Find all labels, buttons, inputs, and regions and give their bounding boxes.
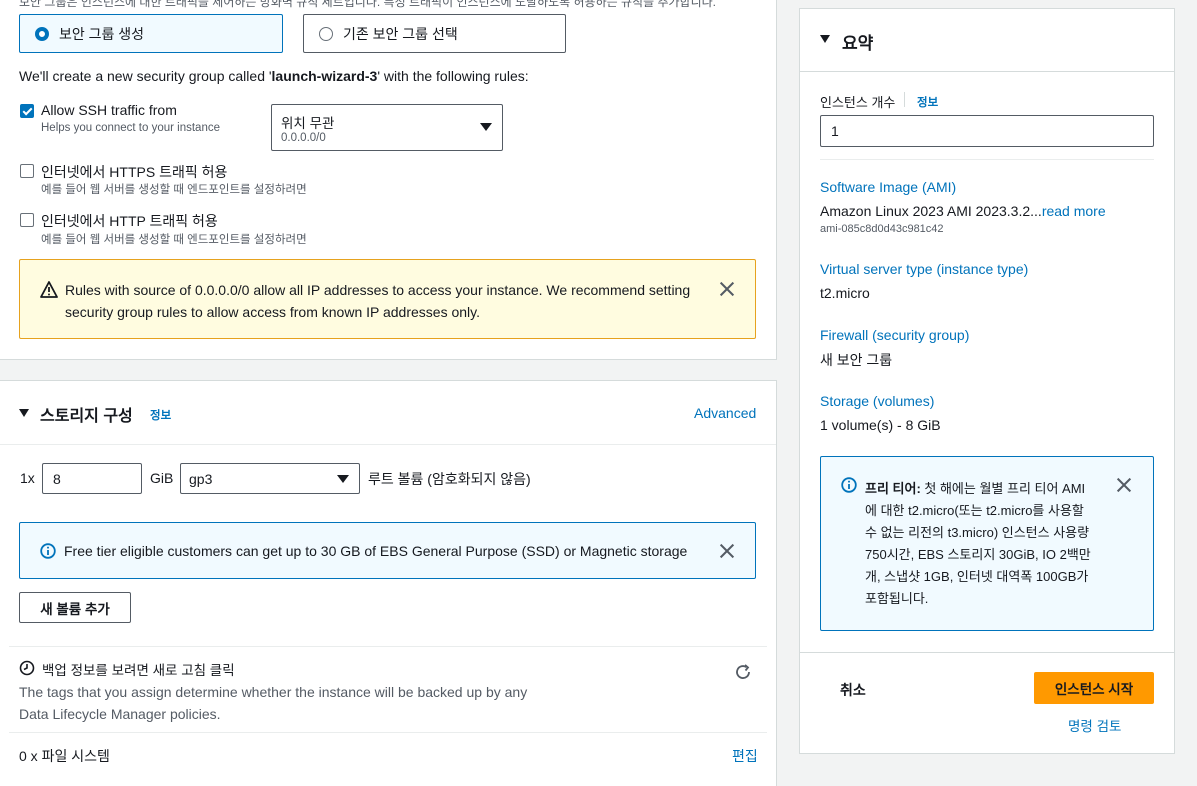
intro-prefix: We'll create a new security group called… (19, 68, 272, 84)
launch-instance-button[interactable]: 인스턴스 시작 (1034, 672, 1154, 704)
ami-value: Amazon Linux 2023 AMI 2023.3.2...read mo… (820, 203, 1106, 219)
cancel-button[interactable]: 취소 (840, 680, 866, 700)
intro-suffix: ' with the following rules: (377, 68, 529, 84)
backup-desc-line-2: Data Lifecycle Manager policies. (19, 706, 221, 722)
backup-description: The tags that you assign determine wheth… (19, 681, 527, 725)
ssh-checkbox[interactable] (20, 104, 34, 118)
https-label: 인터넷에서 HTTPS 트래픽 허용 (41, 164, 228, 180)
security-group-name: launch-wizard-3 (271, 68, 378, 84)
volume-type-select[interactable]: gp3 (180, 463, 360, 494)
network-settings-panel: 보안 그룹은 인스턴스에 대한 트래픽을 제어하는 방화벽 규칙 세트입니다. … (0, 0, 777, 360)
firewall-value: 새 보안 그룹 (820, 352, 893, 368)
ami-id: ami-085c8d0d43c981c42 (820, 223, 944, 235)
divider (800, 652, 1174, 653)
https-help: 예를 들어 웹 서버를 생성할 때 엔드포인트를 설정하려면 (41, 184, 307, 196)
volume-size-unit: GiB (150, 470, 174, 486)
free-tier-line: 개, 스냅샷 1GB, 인터넷 대역폭 100GB가 (865, 569, 1089, 584)
free-tier-storage-info: Free tier eligible customers can get up … (19, 522, 756, 579)
ssh-source-value: 위치 무관 (281, 116, 335, 131)
storage-info-link[interactable]: 정보 (150, 407, 171, 423)
summary-panel: 요약 인스턴스 개수 정보 1 Software Image (AMI) Ama… (799, 8, 1175, 754)
add-volume-button[interactable]: 새 볼륨 추가 (19, 592, 131, 623)
free-tier-line: 첫 해에는 월별 프리 티어 AMI (920, 481, 1086, 496)
ami-read-more-link[interactable]: read more (1042, 203, 1106, 219)
info-icon (841, 477, 857, 493)
caret-down-icon (480, 123, 492, 131)
close-icon[interactable] (719, 281, 735, 297)
volume-type-value: gp3 (189, 471, 213, 487)
ssh-source-cidr: 0.0.0.0/0 (281, 132, 326, 144)
firewall-label[interactable]: Firewall (security group) (820, 327, 969, 343)
ssh-source-select[interactable]: 위치 무관 0.0.0.0/0 (271, 104, 503, 151)
summary-title: 요약 (842, 34, 874, 53)
radio-button-selected[interactable] (35, 26, 49, 41)
backup-desc-line-1: The tags that you assign determine wheth… (19, 684, 528, 700)
instance-count-info-link[interactable]: 정보 (917, 94, 938, 110)
http-label: 인터넷에서 HTTP 트래픽 허용 (41, 213, 218, 229)
divider (9, 646, 767, 647)
free-tier-summary-info: 프리 티어: 첫 해에는 월별 프리 티어 AMI 에 대한 t2.micro(… (820, 456, 1154, 631)
root-volume-label: 루트 볼륨 (암호화되지 않음) (368, 471, 531, 487)
security-group-intro: We'll create a new security group called… (19, 68, 529, 84)
radio-create-security-group[interactable]: 보안 그룹 생성 (19, 14, 283, 53)
backup-title: 백업 정보를 보려면 새로 고침 클릭 (42, 663, 235, 678)
file-systems-summary: 0 x 파일 시스템 (19, 748, 110, 764)
open-access-warning-alert: Rules with source of 0.0.0.0/0 allow all… (19, 259, 756, 339)
warning-icon (40, 281, 58, 298)
divider (904, 92, 905, 107)
radio-select-existing-security-group[interactable]: 기존 보안 그룹 선택 (303, 14, 566, 53)
free-tier-line: 수 없는 리전의 t3.micro) 인스턴스 사용량 (865, 525, 1090, 540)
divider (800, 71, 1174, 72)
warning-line-1: Rules with source of 0.0.0.0/0 allow all… (65, 282, 691, 298)
instance-type-value: t2.micro (820, 285, 870, 301)
divider (0, 444, 776, 445)
warning-line-2: security group rules to allow access fro… (65, 304, 481, 320)
instance-count-label: 인스턴스 개수 (820, 95, 896, 110)
info-icon (40, 543, 56, 559)
security-group-description: 보안 그룹은 인스턴스에 대한 트래픽을 제어하는 방화벽 규칙 세트입니다. … (19, 0, 717, 9)
ssh-help: Helps you connect to your instance (41, 122, 220, 134)
advanced-link[interactable]: Advanced (694, 405, 756, 421)
radio-select-existing-label: 기존 보안 그룹 선택 (343, 25, 458, 42)
free-tier-summary-text: 프리 티어: 첫 해에는 월별 프리 티어 AMI 에 대한 t2.micro(… (865, 478, 1115, 610)
free-tier-line: 에 대한 t2.micro(또는 t2.micro를 사용할 (865, 503, 1084, 518)
divider (9, 732, 767, 733)
refresh-icon[interactable] (734, 663, 752, 681)
ami-value-text: Amazon Linux 2023 AMI 2023.3.2... (820, 203, 1042, 219)
radio-create-label: 보안 그룹 생성 (59, 25, 145, 42)
volume-count-prefix: 1x (20, 470, 35, 486)
storage-label[interactable]: Storage (volumes) (820, 393, 934, 409)
warning-text: Rules with source of 0.0.0.0/0 allow all… (65, 279, 690, 323)
ami-label[interactable]: Software Image (AMI) (820, 179, 956, 195)
free-tier-storage-text: Free tier eligible customers can get up … (64, 543, 688, 559)
close-icon[interactable] (1116, 477, 1132, 493)
edit-file-systems-link[interactable]: 편집 (732, 746, 758, 766)
https-checkbox[interactable] (20, 164, 34, 178)
free-tier-line: 750시간, EBS 스토리지 30GiB, IO 2백만 (865, 547, 1091, 562)
storage-section-title: 스토리지 구성 (40, 408, 133, 425)
collapse-caret-icon[interactable] (19, 409, 29, 417)
volume-size-input[interactable]: 8 (42, 463, 142, 494)
divider (820, 159, 1154, 160)
review-commands-link[interactable]: 명령 검토 (1068, 715, 1121, 735)
radio-button-unselected[interactable] (319, 26, 333, 41)
close-icon[interactable] (719, 543, 735, 559)
clock-icon (19, 660, 35, 676)
caret-down-icon (337, 475, 349, 483)
free-tier-line: 포함됩니다. (865, 591, 929, 606)
http-help: 예를 들어 웹 서버를 생성할 때 엔드포인트를 설정하려면 (41, 234, 307, 246)
http-checkbox[interactable] (20, 213, 34, 227)
collapse-caret-icon[interactable] (820, 35, 830, 43)
storage-configuration-panel: 스토리지 구성 정보 Advanced 1x 8 GiB gp3 루트 볼륨 (… (0, 380, 777, 786)
ssh-label: Allow SSH traffic from (41, 102, 177, 118)
instance-type-label[interactable]: Virtual server type (instance type) (820, 261, 1028, 277)
storage-value: 1 volume(s) - 8 GiB (820, 417, 941, 433)
free-tier-bold-label: 프리 티어: (865, 481, 921, 496)
instance-count-input[interactable]: 1 (820, 115, 1154, 147)
